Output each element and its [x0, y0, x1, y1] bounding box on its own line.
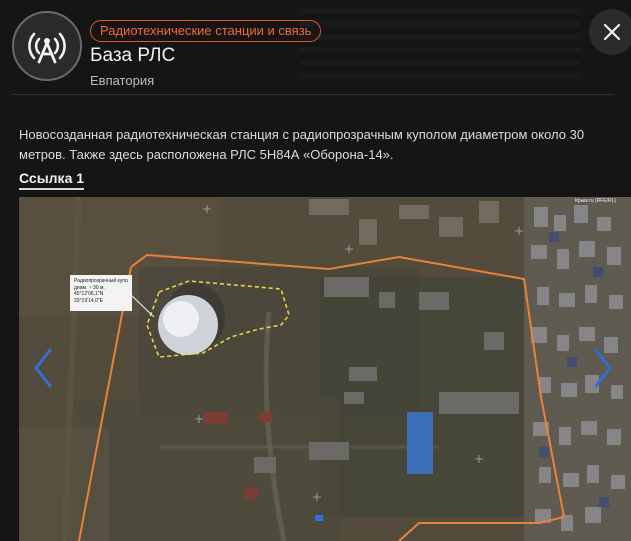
map-annotation: Радиопрозрачный купол диам. ~ 30 м. 45°1… [70, 275, 132, 311]
satellite-image [19, 197, 631, 541]
location-subtitle: Евпатория [90, 73, 155, 88]
chevron-right-icon [594, 348, 612, 388]
close-button[interactable] [589, 9, 631, 55]
image-credit: Крым.ru (RFE/RL) [575, 198, 617, 204]
annotation-line: Радиопрозрачный купол [74, 278, 128, 284]
header-background-text [300, 8, 580, 86]
page-title: База РЛС [90, 45, 176, 66]
chevron-left-icon [34, 348, 52, 388]
panel-header: Радиотехнические станции и связь База РЛ… [0, 0, 631, 94]
annotation-line: 33°19'14,0"E [74, 297, 103, 304]
radio-tower-icon [12, 11, 82, 81]
close-icon [603, 23, 621, 41]
header-divider [12, 94, 613, 95]
next-image-button[interactable] [588, 345, 618, 391]
category-badge: Радиотехнические станции и связь [90, 20, 322, 42]
description-text: Новосозданная радиотехническая станция с… [19, 127, 585, 162]
source-link[interactable]: Ссылка 1 [19, 170, 85, 190]
previous-image-button[interactable] [28, 345, 58, 391]
info-panel: Радиотехнические станции и связь База РЛ… [0, 0, 631, 541]
